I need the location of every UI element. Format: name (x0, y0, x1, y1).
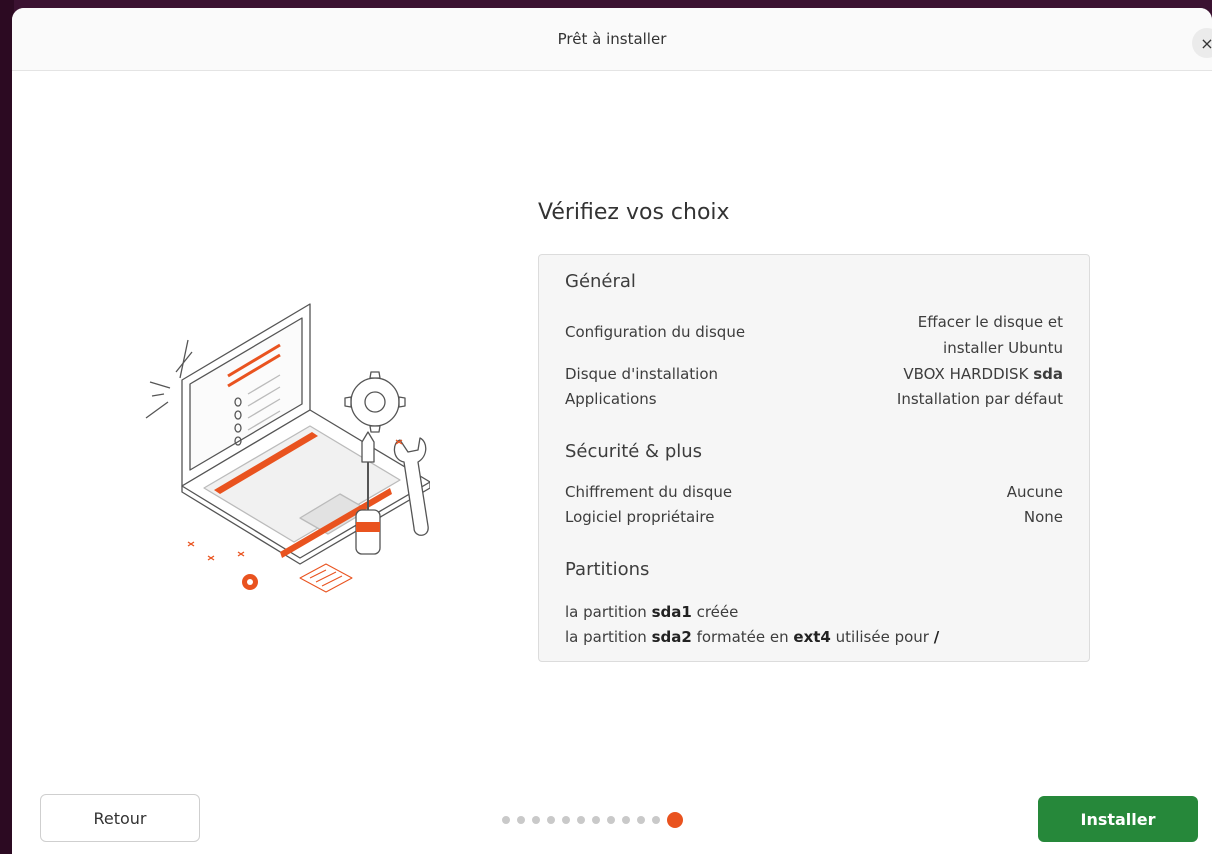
encryption-value: Aucune (1006, 483, 1063, 501)
progress-dot (607, 816, 615, 824)
progress-dot (532, 816, 540, 824)
title-bar: Prêt à installer × (12, 8, 1212, 71)
back-button[interactable]: Retour (40, 794, 200, 842)
laptop-tools-illustration (145, 303, 430, 593)
disk-config-value-line1: Effacer le disque et (917, 313, 1063, 331)
partition-mount-point: / (933, 628, 940, 646)
progress-dot-active (667, 812, 683, 828)
section-title-partitions: Partitions (565, 559, 650, 580)
applications-label: Applications (565, 390, 657, 408)
section-title-general: Général (565, 271, 636, 292)
proprietary-value: None (1023, 508, 1063, 526)
progress-dot (502, 816, 510, 824)
partition-text: la partition (565, 603, 647, 621)
progress-dot (652, 816, 660, 824)
progress-indicator (502, 812, 683, 828)
review-heading: Vérifiez vos choix (538, 200, 730, 225)
progress-dot (592, 816, 600, 824)
close-icon: × (1200, 33, 1212, 53)
install-disk-model: VBOX HARDDISK (903, 365, 1029, 383)
partition-device: sda2 (651, 628, 692, 646)
partition-item-sda1: la partition sda1 créée (565, 603, 738, 621)
progress-dot (577, 816, 585, 824)
encryption-label: Chiffrement du disque (565, 483, 733, 501)
applications-value: Installation par défaut (896, 390, 1063, 408)
installer-window: Prêt à installer × Vérifiez vos choix Gé… (12, 8, 1212, 854)
section-title-security: Sécurité & plus (565, 441, 703, 462)
partition-text: formatée en (696, 628, 789, 646)
progress-dot (517, 816, 525, 824)
install-disk-value: VBOX HARDDISK sda (903, 365, 1063, 383)
partition-device: sda1 (651, 603, 692, 621)
install-disk-device: sda (1033, 365, 1063, 383)
progress-dot (637, 816, 645, 824)
proprietary-label: Logiciel propriétaire (565, 508, 715, 526)
summary-card: Général Configuration du disque Effacer … (538, 254, 1090, 662)
partition-text: créée (696, 603, 739, 621)
install-button[interactable]: Installer (1038, 796, 1198, 842)
disk-config-value: Effacer le disque et installer Ubuntu (918, 309, 1063, 361)
disk-config-label: Configuration du disque (565, 323, 746, 341)
install-disk-label: Disque d'installation (565, 365, 719, 383)
progress-dot (562, 816, 570, 824)
window-title: Prêt à installer (557, 30, 667, 48)
partition-text: utilisée pour (835, 628, 929, 646)
disk-config-value-line2: installer Ubuntu (943, 339, 1063, 357)
partition-filesystem: ext4 (793, 628, 831, 646)
partition-item-sda2: la partition sda2 formatée en ext4 utili… (565, 628, 939, 646)
progress-dot (547, 816, 555, 824)
progress-dot (622, 816, 630, 824)
back-button-label: Retour (93, 808, 147, 828)
close-button[interactable]: × (1192, 28, 1212, 58)
partition-text: la partition (565, 628, 647, 646)
install-button-label: Installer (1080, 809, 1156, 829)
